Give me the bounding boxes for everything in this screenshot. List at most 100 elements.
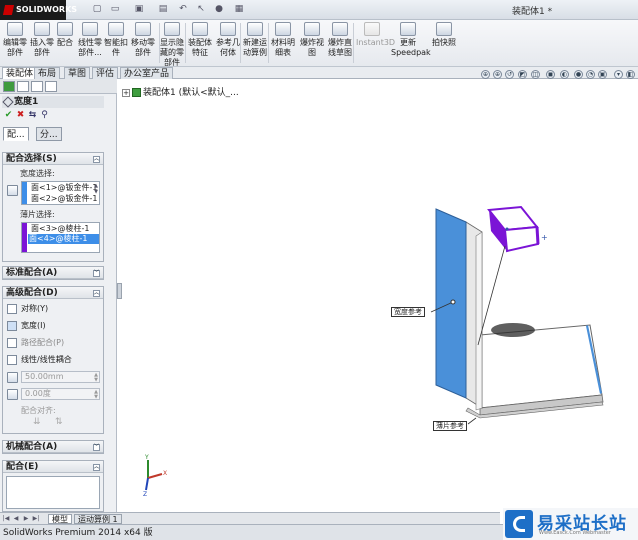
ribbon-button[interactable]: 配合 bbox=[55, 22, 75, 66]
ribbon-button[interactable]: 爆炸直线草图 bbox=[327, 22, 353, 66]
ribbon-button[interactable]: 显示隐藏的零部件 bbox=[158, 22, 186, 67]
mates-header[interactable]: 配合(E) ︿ bbox=[3, 461, 103, 473]
edit-appearance-icon[interactable]: ● bbox=[574, 70, 583, 79]
tab-command[interactable]: 装配体 bbox=[2, 67, 38, 79]
assembly-name: 装配体1 (默认<默认_... bbox=[143, 88, 239, 98]
view-orientation-icon[interactable]: ◫ bbox=[531, 70, 540, 79]
configuration-manager-tab[interactable] bbox=[31, 81, 43, 92]
section-view-icon[interactable]: ◩ bbox=[518, 70, 527, 79]
tab-selection-list[interactable]: 面<3>@棱柱-1 面<4>@棱柱-1 bbox=[21, 222, 100, 253]
options-icon[interactable]: ▦ bbox=[234, 4, 244, 15]
angle-field[interactable]: 0.00度 ▲ ▼ bbox=[21, 388, 100, 400]
print-icon[interactable]: ▤ bbox=[158, 4, 168, 15]
select-icon[interactable]: ↖ bbox=[196, 4, 206, 15]
ribbon-button[interactable]: 装配体特征 bbox=[187, 22, 213, 66]
last-tab-icon[interactable]: ▶| bbox=[32, 515, 40, 523]
tab-motion-study[interactable]: 运动算例 1 bbox=[74, 514, 122, 524]
view-settings-icon[interactable]: ▣ bbox=[598, 70, 607, 79]
anti-aligned-icon[interactable]: ⇅ bbox=[55, 417, 67, 427]
aligned-icon[interactable]: ⇊ bbox=[33, 417, 45, 427]
zoom-to-fit-icon[interactable]: ⊕ bbox=[481, 70, 490, 79]
advanced-mates-header[interactable]: 高级配合(D) ︿ bbox=[3, 287, 103, 299]
list-item[interactable]: 面<3>@棱柱-1 bbox=[30, 224, 91, 234]
property-manager-tab[interactable] bbox=[17, 81, 29, 92]
sheet-bend bbox=[465, 401, 604, 419]
expand-icon[interactable]: ﹀ bbox=[93, 444, 100, 451]
ribbon-button[interactable]: 更新Speedpak bbox=[391, 22, 431, 66]
collapse-icon[interactable]: ︿ bbox=[93, 290, 100, 297]
spin-arrows-icon[interactable]: ▲ ▼ bbox=[94, 390, 98, 400]
tab-selection-label: 薄片选择: bbox=[20, 210, 55, 219]
mechanical-mates-header[interactable]: 机械配合(A) ﹀ bbox=[3, 441, 103, 453]
list-item-selected[interactable]: 面<4>@棱柱-1 bbox=[28, 234, 99, 244]
path-mate-label: 路径配合(P) bbox=[21, 338, 65, 347]
tab-command[interactable]: 布局 bbox=[34, 67, 61, 79]
previous-view-icon[interactable]: ↺ bbox=[505, 70, 514, 79]
ribbon-button[interactable]: 拍快照 bbox=[430, 22, 458, 66]
prev-tab-icon[interactable]: ◀ bbox=[12, 515, 20, 523]
collapse-icon[interactable]: ︿ bbox=[93, 156, 100, 163]
ribbon-command-icon bbox=[192, 22, 208, 36]
next-tab-icon[interactable]: ▶ bbox=[22, 515, 30, 523]
scroll-arrows-icon[interactable]: ▲ ▼ bbox=[94, 183, 98, 195]
ribbon-button[interactable]: 智能扣件 bbox=[104, 22, 128, 66]
tab-command[interactable]: 评估 bbox=[92, 67, 119, 79]
expand-icon[interactable]: ﹀ bbox=[93, 270, 100, 277]
tab-model[interactable]: 模型 bbox=[48, 514, 72, 524]
list-item[interactable]: 面<2>@钣金件-1 bbox=[30, 194, 97, 204]
standard-mates-header[interactable]: 标准配合(A) ﹀ bbox=[3, 267, 103, 279]
expand-toggle-icon[interactable]: + bbox=[122, 88, 130, 97]
more-icon[interactable]: ▾ bbox=[614, 70, 623, 79]
tab-command[interactable]: 草图 bbox=[64, 67, 91, 79]
ribbon-button[interactable]: 参考几何体 bbox=[216, 22, 240, 66]
panel-splitter[interactable] bbox=[117, 283, 122, 299]
collapse-icon[interactable]: ︿ bbox=[93, 464, 100, 471]
spin-arrows-icon[interactable]: ▲ ▼ bbox=[94, 373, 98, 383]
keep-visible-button[interactable]: ⚲ bbox=[40, 111, 49, 120]
width-option[interactable]: 宽度(I) bbox=[7, 320, 103, 332]
display-style-icon[interactable]: ◼ bbox=[546, 70, 555, 79]
ribbon-button[interactable]: 爆炸视图 bbox=[299, 22, 325, 66]
cancel-button[interactable]: ✖ bbox=[16, 111, 25, 120]
ribbon-button[interactable]: 材料明细表 bbox=[270, 22, 296, 66]
solidworks-logo[interactable]: SOLIDWORKS bbox=[0, 0, 77, 20]
ribbon-button[interactable]: 插入零部件 bbox=[30, 22, 54, 66]
ribbon-button[interactable]: 移动零部件 bbox=[130, 22, 156, 66]
flyout-tree[interactable]: + 装配体1 (默认<默认_... bbox=[122, 85, 239, 98]
width-reference-callout[interactable]: 宽度参考 bbox=[391, 307, 425, 317]
save-icon[interactable]: ▣ bbox=[134, 4, 144, 15]
pin-button[interactable]: ⇆ bbox=[28, 111, 37, 120]
tab-command[interactable]: 办公室产品 bbox=[120, 67, 174, 79]
ok-button[interactable]: ✔ bbox=[4, 111, 13, 120]
tab-mates[interactable]: 配... bbox=[3, 127, 29, 141]
undo-icon[interactable]: ↶ bbox=[178, 4, 188, 15]
tab-reference-callout[interactable]: 薄片参考 bbox=[433, 421, 467, 431]
first-tab-icon[interactable]: |◀ bbox=[2, 515, 10, 523]
path-mate-option[interactable]: 路径配合(P) bbox=[7, 337, 103, 349]
hide-show-items-icon[interactable]: ◐ bbox=[560, 70, 569, 79]
new-file-icon[interactable]: ▢ bbox=[92, 4, 102, 15]
open-file-icon[interactable]: ▭ bbox=[110, 4, 120, 15]
list-item[interactable]: 面<1>@钣金件-1 bbox=[30, 183, 97, 193]
feature-manager-tab[interactable] bbox=[3, 81, 15, 92]
ribbon-button[interactable]: Instant3D bbox=[356, 22, 395, 66]
ribbon-button[interactable]: 编辑零部件 bbox=[2, 22, 28, 66]
mates-list[interactable] bbox=[6, 476, 100, 509]
linear-coupler-option[interactable]: 线性/线性耦合 bbox=[7, 354, 103, 366]
prism-top bbox=[487, 205, 539, 232]
tab-analysis[interactable]: 分... bbox=[36, 127, 62, 141]
mate-selections-header[interactable]: 配合选择(S) ︿ bbox=[3, 153, 103, 165]
width-face-blue bbox=[435, 208, 467, 399]
width-selection-list[interactable]: 面<1>@钣金件-1 面<2>@钣金件-1 ▲ ▼ bbox=[21, 181, 100, 205]
ribbon-command-icon bbox=[7, 22, 23, 36]
display-pane-icon[interactable]: ◧ bbox=[626, 70, 635, 79]
rebuild-icon[interactable]: ● bbox=[214, 4, 224, 15]
ribbon-button[interactable]: 线性零部件... bbox=[77, 22, 103, 66]
apply-scene-icon[interactable]: ◔ bbox=[586, 70, 595, 79]
symmetric-option[interactable]: 对称(Y) bbox=[7, 303, 103, 315]
sheet-base-top bbox=[479, 324, 603, 409]
distance-field[interactable]: 50.00mm ▲ ▼ bbox=[21, 371, 100, 383]
zoom-area-icon[interactable]: ⊕ bbox=[493, 70, 502, 79]
ribbon-button[interactable]: 新建运动算例 bbox=[242, 22, 268, 66]
display-manager-tab[interactable] bbox=[45, 81, 57, 92]
